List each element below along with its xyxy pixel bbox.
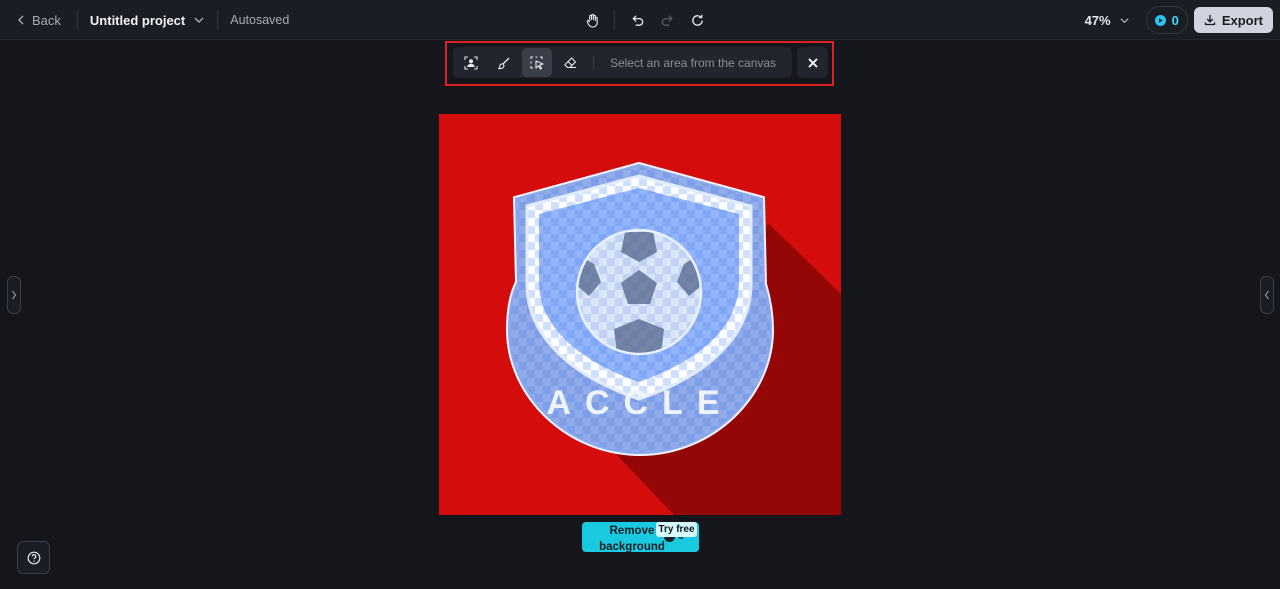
area-select-tool[interactable] (522, 48, 552, 77)
brush-icon (497, 57, 510, 69)
redo-icon (661, 14, 673, 26)
hand-icon (586, 13, 598, 28)
undo-icon (631, 14, 643, 26)
divider (614, 11, 615, 29)
refresh-icon (691, 14, 703, 26)
credits-indicator[interactable]: 0 (1145, 6, 1188, 34)
try-free-badge: Try free (656, 522, 697, 537)
download-icon (1204, 15, 1215, 26)
hand-tool-button[interactable] (582, 10, 602, 30)
project-name-dropdown[interactable]: Untitled project (90, 13, 205, 28)
person-select-icon (464, 55, 478, 70)
close-icon (807, 57, 818, 68)
zoom-level: 47% (1084, 12, 1111, 28)
eraser-tool[interactable] (555, 48, 585, 77)
left-panel-toggle[interactable] (7, 276, 21, 314)
selection-hint: Select an area from the canvas (609, 55, 777, 70)
soccer-ball (575, 228, 703, 356)
divider (217, 11, 219, 29)
undo-button[interactable] (627, 10, 647, 30)
redo-button[interactable] (657, 10, 677, 30)
canvas-image[interactable]: ACCLE (439, 114, 841, 515)
chevron-right-icon (12, 290, 17, 300)
export-label: Export (1221, 12, 1263, 28)
divider (76, 11, 78, 29)
autosave-status: Autosaved (230, 13, 290, 27)
area-select-icon (530, 55, 544, 70)
chevron-down-icon (1119, 17, 1129, 23)
selection-tool-group: Select an area from the canvas (453, 47, 792, 78)
help-icon (27, 551, 40, 564)
zoom-dropdown[interactable]: 47% (1085, 13, 1130, 28)
project-name: Untitled project (89, 12, 186, 28)
chevron-down-icon (194, 17, 204, 23)
eraser-icon (564, 56, 577, 68)
export-button[interactable]: Export (1193, 7, 1273, 33)
selection-toolbar: Select an area from the canvas (445, 41, 834, 86)
chevron-left-icon (1264, 290, 1269, 300)
reset-button[interactable] (687, 10, 707, 30)
help-button[interactable] (17, 541, 50, 574)
remove-background-button[interactable]: Remove background 0 Try free (582, 522, 699, 553)
chevron-left-icon (18, 15, 24, 25)
credits-count: 0 (1171, 12, 1179, 28)
brush-tool[interactable] (489, 48, 519, 77)
subject-select-tool[interactable] (456, 48, 486, 77)
close-toolbar-button[interactable] (797, 47, 828, 78)
back-button[interactable]: Back (12, 13, 65, 28)
top-bar: Back Untitled project Autosaved 47% 0 Ex… (0, 0, 1280, 40)
credit-icon (1154, 14, 1166, 26)
back-label: Back (32, 12, 61, 28)
right-panel-toggle[interactable] (1260, 276, 1274, 314)
badge-text: ACCLE (546, 384, 733, 422)
